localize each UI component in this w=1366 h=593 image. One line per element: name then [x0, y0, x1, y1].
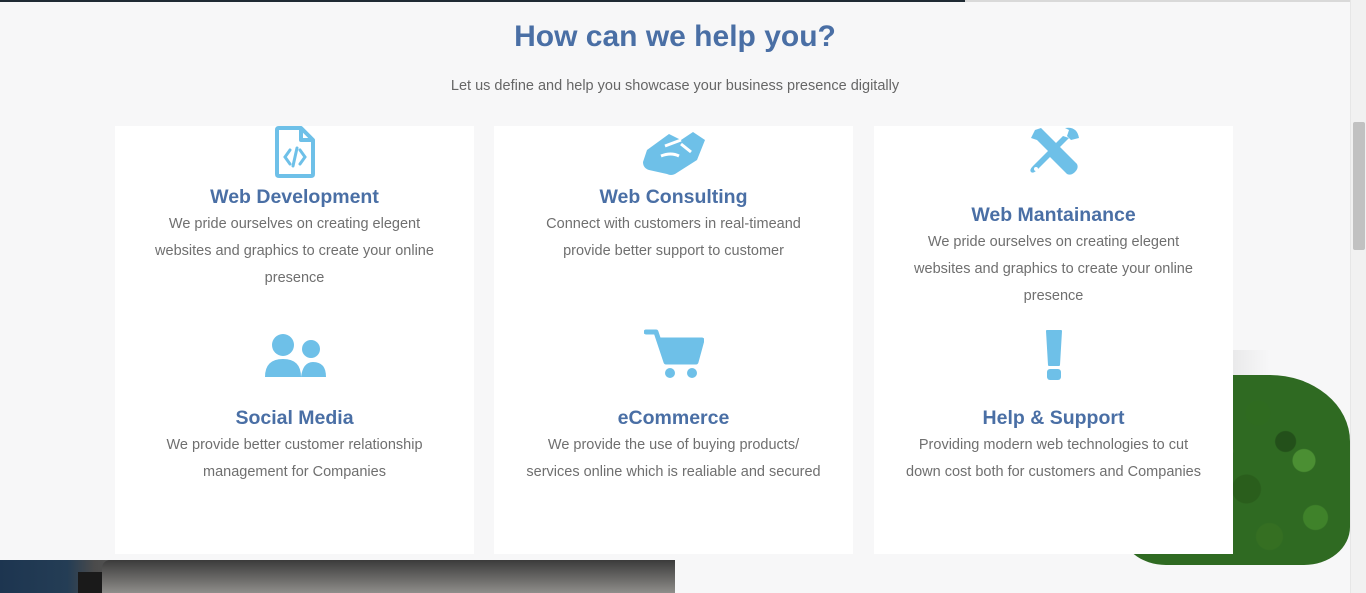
service-description: Connect with customers in real-timeand p…	[546, 216, 801, 259]
scrollbar-thumb[interactable]	[1353, 122, 1365, 250]
service-card-middle: Web Consulting Connect with customers in…	[494, 126, 853, 554]
users-icon	[263, 331, 327, 384]
service-title: Social Media	[235, 407, 354, 429]
service-title: Web Consulting	[599, 186, 748, 208]
service-title: Web Mantainance	[971, 204, 1136, 226]
section-subtitle: Let us define and help you showcase your…	[450, 78, 900, 94]
service-help-support[interactable]: Help & Support Providing modern web tech…	[874, 326, 1233, 546]
service-card-left: Web Development We pride ourselves on cr…	[115, 126, 474, 554]
laptop-bezel	[78, 572, 102, 593]
laptop-body	[102, 560, 675, 593]
code-file-icon	[274, 126, 315, 183]
service-title: Web Development	[210, 186, 379, 208]
shopping-cart-icon	[643, 328, 704, 385]
service-social-media[interactable]: Social Media We provide better customer …	[115, 326, 474, 546]
service-title: Help & Support	[982, 407, 1125, 429]
tools-icon	[1027, 126, 1081, 183]
service-description: Providing modern web technologies to cut…	[906, 437, 1201, 480]
service-description: We pride ourselves on creating elegent w…	[155, 216, 434, 286]
exclamation-icon	[1044, 329, 1064, 386]
handshake-icon	[641, 126, 707, 183]
service-description: We provide the use of buying products/ s…	[526, 437, 821, 480]
vertical-scrollbar[interactable]	[1350, 0, 1366, 593]
top-strip-light	[965, 0, 1350, 2]
service-title: eCommerce	[617, 407, 730, 429]
service-web-development[interactable]: Web Development We pride ourselves on cr…	[115, 126, 474, 326]
service-card-right: Web Mantainance We pride ourselves on cr…	[874, 126, 1233, 554]
service-description: We pride ourselves on creating elegent w…	[914, 234, 1193, 304]
section-title: How can we help you?	[514, 20, 836, 53]
laptop-photo	[0, 560, 675, 593]
service-description: We provide better customer relationship …	[166, 437, 423, 480]
service-ecommerce[interactable]: eCommerce We provide the use of buying p…	[494, 326, 853, 546]
service-web-mantainance[interactable]: Web Mantainance We pride ourselves on cr…	[874, 126, 1233, 326]
service-web-consulting[interactable]: Web Consulting Connect with customers in…	[494, 126, 853, 326]
